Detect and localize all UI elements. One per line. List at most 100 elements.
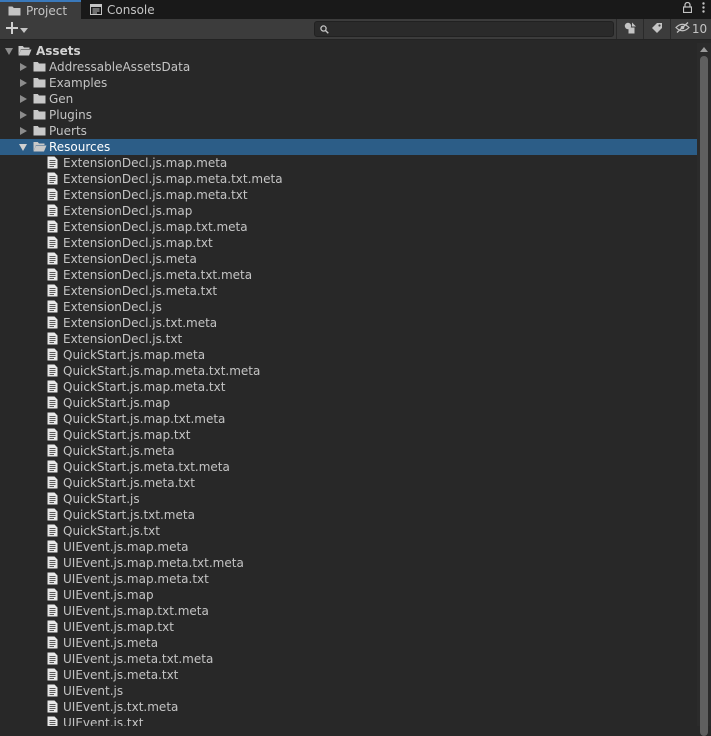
- tree-item-file[interactable]: QuickStart.js.txt.meta: [0, 507, 697, 523]
- tree-item-file[interactable]: QuickStart.js.txt: [0, 523, 697, 539]
- tree-item-label: QuickStart.js.txt.meta: [63, 508, 195, 522]
- folder-open-icon: [18, 44, 32, 60]
- folder-icon: [8, 5, 21, 16]
- tree-item-file[interactable]: QuickStart.js.map.txt: [0, 427, 697, 443]
- tree-item-file[interactable]: ExtensionDecl.js.txt.meta: [0, 315, 697, 331]
- expanded-arrow-icon[interactable]: [5, 48, 13, 55]
- expanded-arrow-icon[interactable]: [19, 144, 27, 151]
- vertical-scrollbar[interactable]: [697, 43, 711, 736]
- search-by-type-button[interactable]: [616, 19, 643, 39]
- tree-item-label: UIEvent.js.map.txt.meta: [63, 604, 209, 618]
- tree-item-label: Resources: [49, 140, 111, 154]
- chevron-down-icon: [20, 22, 28, 36]
- tree-item-file[interactable]: ExtensionDecl.js.meta.txt.meta: [0, 267, 697, 283]
- tree-item-file[interactable]: ExtensionDecl.js: [0, 299, 697, 315]
- tree-item-file[interactable]: ExtensionDecl.js.map.txt: [0, 235, 697, 251]
- tree-item-file[interactable]: ExtensionDecl.js.map.meta.txt.meta: [0, 171, 697, 187]
- search-input[interactable]: [329, 22, 613, 36]
- tree-item-file[interactable]: QuickStart.js.map.meta.txt: [0, 379, 697, 395]
- tree-item-folder[interactable]: Examples: [0, 75, 697, 91]
- tree-item-file[interactable]: ExtensionDecl.js.map.txt.meta: [0, 219, 697, 235]
- tree-item-file[interactable]: UIEvent.js.meta: [0, 635, 697, 651]
- hidden-count: 10: [691, 22, 708, 36]
- tree-item-file[interactable]: ExtensionDecl.js.meta.txt: [0, 283, 697, 299]
- search-icon: [320, 24, 329, 34]
- tree-item-file[interactable]: QuickStart.js.meta: [0, 443, 697, 459]
- scrollbar-thumb[interactable]: [700, 56, 708, 736]
- tree-item-label: QuickStart.js.txt: [63, 524, 160, 538]
- tree-item-file[interactable]: ExtensionDecl.js.map.meta: [0, 155, 697, 171]
- tree-item-file[interactable]: UIEvent.js.map.meta.txt.meta: [0, 555, 697, 571]
- tree-item-file[interactable]: UIEvent.js: [0, 683, 697, 699]
- folder-icon: [33, 108, 46, 124]
- tree-item-file[interactable]: UIEvent.js.map.txt: [0, 619, 697, 635]
- tree-item-file[interactable]: QuickStart.js: [0, 491, 697, 507]
- create-button[interactable]: [6, 21, 28, 37]
- project-toolbar: 10: [0, 19, 711, 40]
- tree-item-file[interactable]: UIEvent.js.map.meta: [0, 539, 697, 555]
- tree-item-label: QuickStart.js.map.meta.txt: [63, 380, 226, 394]
- tree-item-assets[interactable]: Assets: [0, 43, 697, 59]
- tree-item-folder[interactable]: Gen: [0, 91, 697, 107]
- tree-item-label: UIEvent.js.meta: [63, 636, 159, 650]
- tree-item-label: AddressableAssetsData: [49, 60, 191, 74]
- tree-item-label: QuickStart.js.meta.txt: [63, 476, 195, 490]
- tree-item-folder[interactable]: Puerts: [0, 123, 697, 139]
- console-icon: [90, 4, 102, 15]
- tree-item-label: ExtensionDecl.js.meta.txt.meta: [63, 268, 253, 282]
- tree-item-label: UIEvent.js.map.txt: [63, 620, 174, 634]
- collapsed-arrow-icon[interactable]: [20, 95, 27, 103]
- folder-icon: [33, 92, 46, 108]
- tree-item-file[interactable]: ExtensionDecl.js.meta: [0, 251, 697, 267]
- text-file-icon: [47, 716, 58, 726]
- tree-item-label: ExtensionDecl.js.meta.txt: [63, 284, 218, 298]
- folder-icon: [33, 76, 46, 92]
- tree-item-folder[interactable]: Plugins: [0, 107, 697, 123]
- tree-item-label: QuickStart.js.map.txt.meta: [63, 412, 226, 426]
- tree-item-label: QuickStart.js: [63, 492, 140, 506]
- tree-item-label: UIEvent.js.txt.meta: [63, 700, 179, 714]
- scroll-up-arrow[interactable]: [700, 47, 708, 52]
- tree-item-folder[interactable]: Resources: [0, 139, 697, 155]
- tree-item-label: ExtensionDecl.js.map: [63, 204, 193, 218]
- tree-item-file[interactable]: QuickStart.js.map.txt.meta: [0, 411, 697, 427]
- tree-item-file[interactable]: QuickStart.js.map.meta.txt.meta: [0, 363, 697, 379]
- lock-icon[interactable]: [683, 2, 692, 13]
- tree-item-label: QuickStart.js.meta: [63, 444, 175, 458]
- tree-item-file[interactable]: QuickStart.js.map: [0, 395, 697, 411]
- collapsed-arrow-icon[interactable]: [20, 111, 27, 119]
- tree-item-label: ExtensionDecl.js: [63, 300, 162, 314]
- plus-icon: [6, 21, 18, 37]
- tree-item-label: ExtensionDecl.js.map.meta: [63, 156, 228, 170]
- tree-item-file[interactable]: QuickStart.js.meta.txt.meta: [0, 459, 697, 475]
- search-by-label-button[interactable]: [643, 19, 670, 39]
- more-options-icon[interactable]: [702, 2, 705, 13]
- search-field[interactable]: [314, 21, 614, 37]
- tree-item-label: UIEvent.js.txt: [63, 716, 144, 726]
- collapsed-arrow-icon[interactable]: [20, 79, 27, 87]
- tree-item-file[interactable]: UIEvent.js.meta.txt.meta: [0, 651, 697, 667]
- collapsed-arrow-icon[interactable]: [20, 127, 27, 135]
- tree-item-label: QuickStart.js.map: [63, 396, 171, 410]
- tree-item-file[interactable]: ExtensionDecl.js.txt: [0, 331, 697, 347]
- tree-item-file[interactable]: UIEvent.js.txt.meta: [0, 699, 697, 715]
- tree-item-label: UIEvent.js: [63, 684, 124, 698]
- collapsed-arrow-icon[interactable]: [20, 63, 27, 71]
- tree-item-file[interactable]: ExtensionDecl.js.map.meta.txt: [0, 187, 697, 203]
- tree-item-file[interactable]: UIEvent.js.txt: [0, 715, 697, 726]
- tree-item-label: UIEvent.js.map.meta: [63, 540, 189, 554]
- tree-item-file[interactable]: UIEvent.js.map.txt.meta: [0, 603, 697, 619]
- tree-item-folder[interactable]: AddressableAssetsData: [0, 59, 697, 75]
- tab-project[interactable]: Project: [0, 0, 81, 19]
- tree-item-label: ExtensionDecl.js.map.meta.txt.meta: [63, 172, 283, 186]
- hidden-packages-toggle[interactable]: 10: [670, 19, 711, 39]
- tree-item-file[interactable]: UIEvent.js.meta.txt: [0, 667, 697, 683]
- tree-item-file[interactable]: QuickStart.js.meta.txt: [0, 475, 697, 491]
- filter-by-type-icon: [624, 22, 637, 37]
- tree-item-file[interactable]: ExtensionDecl.js.map: [0, 203, 697, 219]
- tree-item-label: QuickStart.js.map.meta.txt.meta: [63, 364, 261, 378]
- tree-item-file[interactable]: UIEvent.js.map.meta.txt: [0, 571, 697, 587]
- tree-item-file[interactable]: QuickStart.js.map.meta: [0, 347, 697, 363]
- tab-console[interactable]: Console: [82, 0, 160, 19]
- tree-item-file[interactable]: UIEvent.js.map: [0, 587, 697, 603]
